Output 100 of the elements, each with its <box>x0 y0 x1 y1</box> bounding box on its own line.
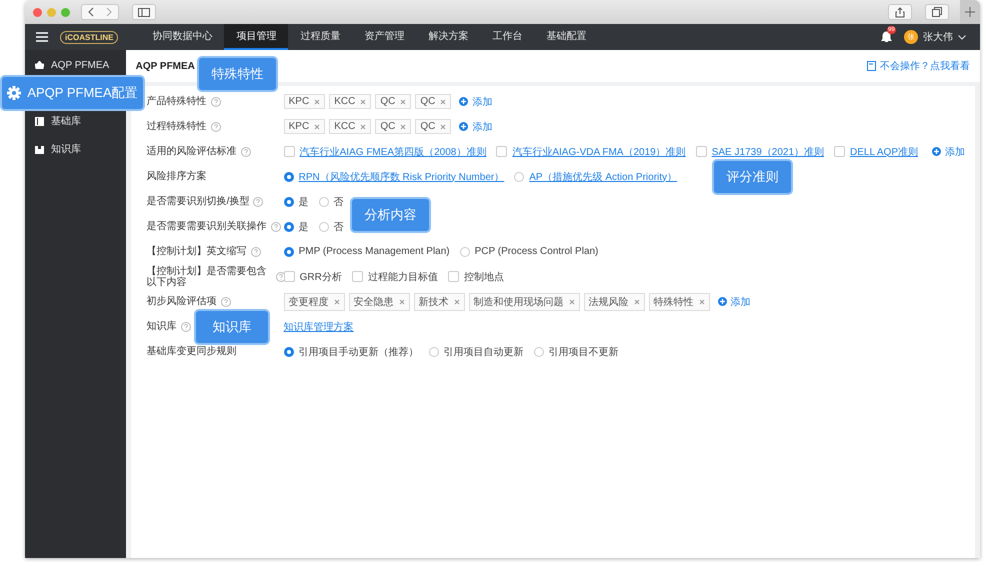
remove-icon[interactable] <box>440 98 446 104</box>
help-icon[interactable] <box>240 146 251 156</box>
help-icon[interactable] <box>180 322 191 332</box>
forward-icon[interactable] <box>106 7 112 17</box>
tag: KCC <box>329 119 372 134</box>
checkbox[interactable] <box>448 271 459 282</box>
nav-tab[interactable]: 过程质量 <box>288 24 352 50</box>
add-button[interactable]: 添加 <box>459 120 492 134</box>
help-icon[interactable] <box>210 122 221 132</box>
radio-button[interactable] <box>318 222 329 232</box>
nav-tab[interactable]: 协同数据中心 <box>140 24 224 50</box>
document-icon <box>867 61 876 71</box>
standard-link[interactable]: 汽车行业AIAG FMEA第四版（2008）准则 <box>300 144 486 158</box>
callout-label: 分析内容 <box>350 197 431 233</box>
option-label: PMP (Process Management Plan) <box>298 246 450 257</box>
remove-icon[interactable] <box>360 124 366 130</box>
tag: 特殊特性 <box>648 292 710 310</box>
book-icon <box>35 116 44 126</box>
gear-icon <box>7 86 22 100</box>
help-icon[interactable] <box>253 196 264 206</box>
sidebar-item[interactable]: AQP PFMEA <box>25 56 126 74</box>
remove-icon[interactable] <box>400 124 406 130</box>
remove-icon[interactable] <box>440 124 446 130</box>
help-icon[interactable] <box>220 296 231 306</box>
sidebar-item[interactable]: 知识库 <box>25 140 126 158</box>
remove-icon[interactable] <box>398 298 405 304</box>
radio-button[interactable] <box>284 222 294 232</box>
remove-icon[interactable] <box>568 298 575 304</box>
radio-button[interactable] <box>460 246 470 256</box>
remove-icon[interactable] <box>334 298 340 304</box>
field-label: 基础库变更同步规则 <box>146 346 237 357</box>
sidebar-item[interactable]: 基础库 <box>25 112 126 130</box>
tag: QC <box>375 94 412 109</box>
remove-icon[interactable] <box>698 298 705 304</box>
tag: 制造和使用现场问题 <box>468 292 580 310</box>
radio-button[interactable] <box>318 196 329 206</box>
option-label: 控制地点 <box>464 270 504 284</box>
remove-icon[interactable] <box>314 98 320 104</box>
radio-button[interactable] <box>284 246 294 256</box>
add-button[interactable]: 添加 <box>718 294 751 308</box>
add-button[interactable]: 添加 <box>932 144 965 158</box>
checkbox[interactable] <box>834 146 845 157</box>
remove-icon[interactable] <box>454 298 460 304</box>
tag: QC <box>375 119 412 134</box>
option-link[interactable]: AP（措施优先级 Action Priority） <box>529 170 678 184</box>
tag: 法规风险 <box>584 292 645 310</box>
plus-circle-icon <box>932 147 941 156</box>
option-label: 引用项目自动更新 <box>444 346 524 358</box>
callout-label: 特殊特性 <box>197 56 278 92</box>
checkbox[interactable] <box>696 146 707 157</box>
chevron-down-icon[interactable] <box>958 34 966 40</box>
checkbox[interactable] <box>284 271 295 282</box>
knowledge-link[interactable]: 知识库管理方案 <box>284 320 354 334</box>
tag: 变更程度 <box>284 292 345 310</box>
nav-tab[interactable]: 基础配置 <box>534 24 598 50</box>
tabs-icon[interactable] <box>925 4 949 20</box>
menu-icon[interactable] <box>36 32 48 42</box>
help-link[interactable]: 不会操作？点我看看 <box>880 59 970 73</box>
minimize-dot[interactable] <box>47 8 56 16</box>
add-button[interactable]: 添加 <box>459 94 492 108</box>
basket-icon <box>35 61 44 69</box>
help-icon[interactable] <box>210 96 221 106</box>
radio-button[interactable] <box>284 172 294 182</box>
bell-icon[interactable] <box>881 31 892 43</box>
new-tab-icon[interactable] <box>960 0 980 24</box>
sidebar-toggle-icon[interactable] <box>132 4 156 20</box>
nav-tab[interactable]: 项目管理 <box>224 24 288 50</box>
radio-button[interactable] <box>514 172 524 182</box>
back-icon[interactable] <box>88 7 94 17</box>
nav-tab[interactable]: 解决方案 <box>416 24 480 50</box>
checkbox[interactable] <box>284 146 295 157</box>
checkbox[interactable] <box>496 146 508 157</box>
standard-link[interactable]: DELL AQP准则 <box>850 144 918 158</box>
remove-icon[interactable] <box>314 124 320 130</box>
remove-icon[interactable] <box>400 98 406 104</box>
help-icon[interactable] <box>270 222 281 232</box>
remove-icon[interactable] <box>634 298 640 304</box>
radio-button[interactable] <box>534 346 544 356</box>
standard-link[interactable]: 汽车行业AIAG-VDA FMA（2019）准则 <box>512 144 686 158</box>
checkbox[interactable] <box>352 271 363 282</box>
nav-tab[interactable]: 工作台 <box>480 24 534 50</box>
option-link[interactable]: RPN（风险优先顺序数 Risk Priority Number） <box>298 170 504 184</box>
user-name[interactable]: 张大伟 <box>923 30 953 44</box>
radio-button[interactable] <box>284 196 294 206</box>
plus-circle-icon <box>459 122 468 131</box>
radio-button[interactable] <box>428 346 439 356</box>
nav-tab[interactable]: 资产管理 <box>352 24 416 50</box>
page-title: AQP PFMEA <box>136 60 195 72</box>
help-icon[interactable] <box>250 246 261 256</box>
close-dot[interactable] <box>33 8 42 16</box>
help-icon[interactable] <box>276 272 284 282</box>
zoom-dot[interactable] <box>61 8 70 16</box>
callout-label: 知识库 <box>194 309 270 345</box>
share-icon[interactable] <box>888 4 912 20</box>
remove-icon[interactable] <box>360 98 366 104</box>
field-label: 产品特殊特性 <box>146 96 207 107</box>
radio-button[interactable] <box>284 346 294 356</box>
standard-link[interactable]: SAE J1739（2021）准则 <box>712 144 824 158</box>
plus-circle-icon <box>459 97 468 106</box>
option-label: 是 <box>298 220 309 234</box>
